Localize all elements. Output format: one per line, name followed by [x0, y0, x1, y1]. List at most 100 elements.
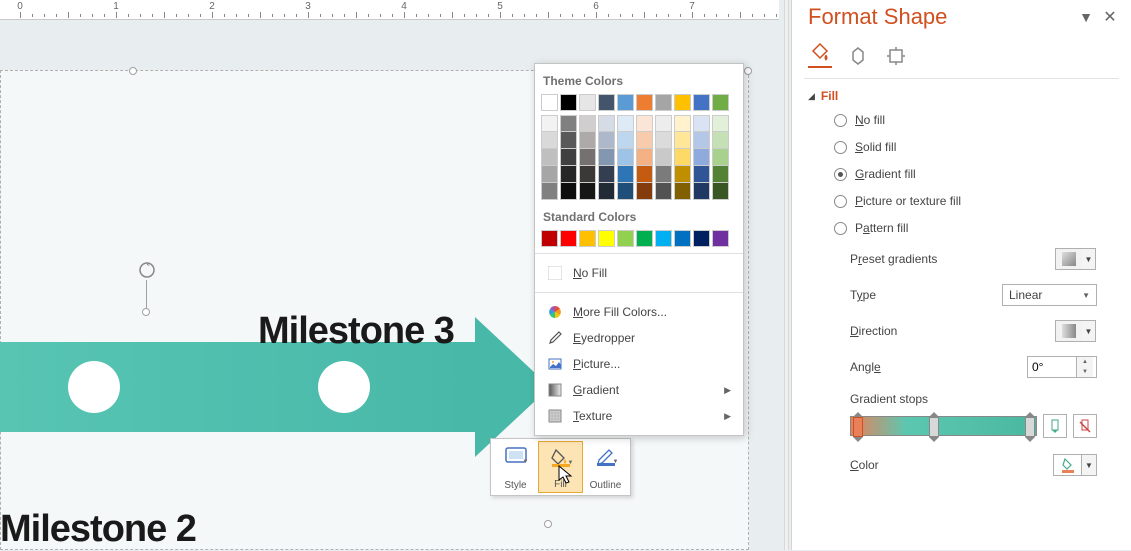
color-swatch[interactable] — [541, 94, 558, 111]
color-swatch[interactable] — [636, 230, 653, 247]
angle-spinner[interactable]: ▲ ▼ — [1027, 356, 1097, 378]
color-swatch[interactable] — [712, 230, 729, 247]
picture-item[interactable]: Picture... — [541, 351, 737, 377]
color-swatch[interactable] — [636, 132, 653, 149]
color-swatch[interactable] — [674, 230, 691, 247]
selection-handle[interactable] — [129, 67, 137, 75]
remove-gradient-stop-button[interactable] — [1073, 414, 1097, 438]
color-swatch[interactable] — [674, 183, 691, 200]
tab-fill-line[interactable] — [808, 44, 832, 68]
color-swatch[interactable] — [598, 115, 615, 132]
color-swatch[interactable] — [655, 149, 672, 166]
color-swatch[interactable] — [655, 115, 672, 132]
color-swatch[interactable] — [712, 115, 729, 132]
color-swatch[interactable] — [541, 115, 558, 132]
color-swatch[interactable] — [541, 230, 558, 247]
radio-picture-fill[interactable]: Picture or texture fill — [834, 194, 1115, 208]
color-swatch[interactable] — [617, 132, 634, 149]
color-swatch[interactable] — [617, 115, 634, 132]
color-swatch[interactable] — [712, 94, 729, 111]
color-swatch[interactable] — [693, 132, 710, 149]
color-swatch[interactable] — [560, 132, 577, 149]
color-swatch[interactable] — [598, 132, 615, 149]
color-swatch[interactable] — [674, 149, 691, 166]
panel-resize-handle[interactable] — [784, 0, 789, 550]
tab-effects[interactable] — [846, 44, 870, 68]
color-swatch[interactable] — [617, 149, 634, 166]
radio-pattern-fill[interactable]: Pattern fill — [834, 221, 1115, 235]
gradient-stops-bar[interactable] — [850, 416, 1037, 436]
outline-button[interactable]: ▼ Outline — [583, 441, 628, 493]
color-swatch[interactable] — [617, 183, 634, 200]
more-colors-item[interactable]: More Fill Colors... — [541, 299, 737, 325]
spinner-down[interactable]: ▼ — [1077, 367, 1093, 377]
style-button[interactable]: ▼ Style — [493, 441, 538, 493]
color-swatch[interactable] — [636, 94, 653, 111]
color-swatch[interactable] — [655, 132, 672, 149]
stop-color-button[interactable]: ▼ — [1053, 454, 1097, 476]
angle-input[interactable] — [1028, 360, 1076, 374]
color-swatch[interactable] — [693, 166, 710, 183]
preset-gradients-dropdown[interactable]: ▼ — [1055, 248, 1083, 270]
color-swatch[interactable] — [617, 230, 634, 247]
color-swatch[interactable] — [693, 94, 710, 111]
direction-dropdown[interactable]: ▼ — [1055, 320, 1083, 342]
color-swatch[interactable] — [636, 149, 653, 166]
milestone-3-text[interactable]: Milestone 3 — [258, 310, 454, 353]
color-swatch[interactable] — [712, 149, 729, 166]
chevron-down-icon[interactable]: ▼ — [1081, 454, 1097, 476]
radio-gradient-fill[interactable]: Gradient fill — [834, 167, 1115, 181]
color-swatch[interactable] — [541, 166, 558, 183]
color-swatch[interactable] — [560, 183, 577, 200]
color-swatch[interactable] — [598, 230, 615, 247]
selection-handle[interactable] — [142, 308, 150, 316]
radio-no-fill[interactable]: No fill — [834, 113, 1115, 127]
fill-section-header[interactable]: ◢ Fill — [808, 89, 1115, 103]
gradient-stop[interactable] — [1025, 413, 1035, 441]
color-swatch[interactable] — [541, 132, 558, 149]
color-swatch[interactable] — [674, 132, 691, 149]
no-fill-item[interactable]: No Fill — [541, 260, 737, 286]
tab-size-properties[interactable] — [884, 44, 908, 68]
color-swatch[interactable] — [541, 183, 558, 200]
color-swatch[interactable] — [636, 115, 653, 132]
color-swatch[interactable] — [560, 115, 577, 132]
color-swatch[interactable] — [579, 230, 596, 247]
color-swatch[interactable] — [674, 94, 691, 111]
color-swatch[interactable] — [617, 94, 634, 111]
panel-options-button[interactable]: ▼ — [1077, 8, 1095, 26]
gradient-stop[interactable] — [853, 413, 863, 441]
eyedropper-item[interactable]: Eyedropper — [541, 325, 737, 351]
color-swatch[interactable] — [712, 183, 729, 200]
color-swatch[interactable] — [598, 94, 615, 111]
color-swatch[interactable] — [712, 166, 729, 183]
color-swatch[interactable] — [674, 166, 691, 183]
spinner-up[interactable]: ▲ — [1077, 357, 1093, 367]
color-swatch[interactable] — [693, 230, 710, 247]
color-swatch[interactable] — [712, 132, 729, 149]
gradient-item[interactable]: Gradient ▶ — [541, 377, 737, 403]
color-swatch[interactable] — [598, 149, 615, 166]
color-swatch[interactable] — [655, 183, 672, 200]
color-swatch[interactable] — [541, 149, 558, 166]
close-icon[interactable]: ✕ — [1101, 8, 1119, 26]
gradient-type-dropdown[interactable]: Linear ▼ — [1002, 284, 1097, 306]
color-swatch[interactable] — [579, 149, 596, 166]
gradient-stop[interactable] — [929, 413, 939, 441]
color-swatch[interactable] — [693, 115, 710, 132]
rotate-handle-icon[interactable] — [137, 260, 157, 280]
add-gradient-stop-button[interactable] — [1043, 414, 1067, 438]
color-swatch[interactable] — [579, 183, 596, 200]
color-swatch[interactable] — [655, 94, 672, 111]
texture-item[interactable]: Texture ▶ — [541, 403, 737, 429]
color-swatch[interactable] — [560, 149, 577, 166]
color-swatch[interactable] — [655, 166, 672, 183]
color-swatch[interactable] — [674, 115, 691, 132]
color-swatch[interactable] — [560, 166, 577, 183]
milestone-2-text[interactable]: Milestone 2 — [0, 508, 196, 551]
selection-handle[interactable] — [744, 67, 752, 75]
color-swatch[interactable] — [598, 183, 615, 200]
color-swatch[interactable] — [693, 183, 710, 200]
color-swatch[interactable] — [636, 183, 653, 200]
color-swatch[interactable] — [636, 166, 653, 183]
